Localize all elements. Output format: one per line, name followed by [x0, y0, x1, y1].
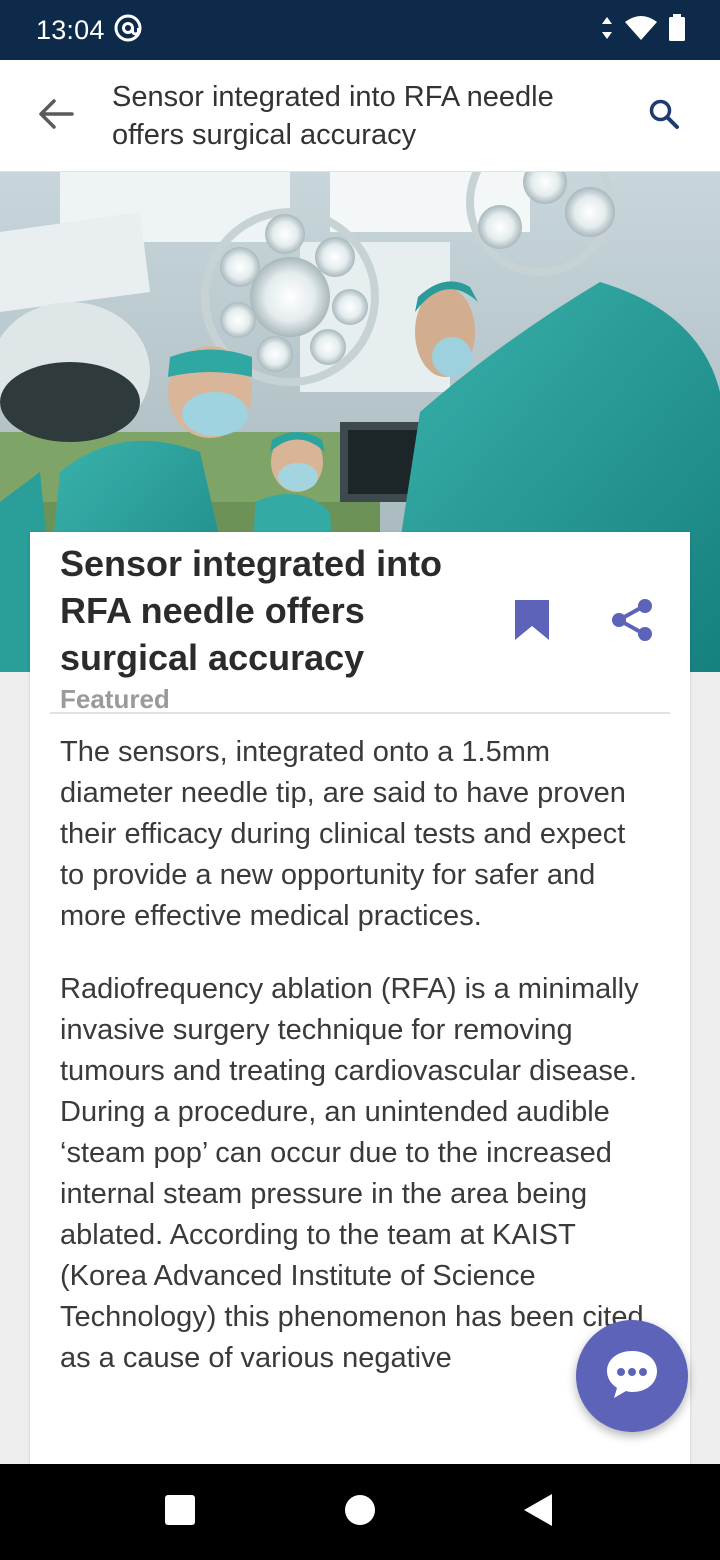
bookmark-button[interactable]	[508, 596, 556, 648]
home-button[interactable]	[330, 1482, 390, 1542]
square-recents-icon	[164, 1494, 196, 1531]
article-paragraph: The sensors, integrated onto a 1.5mm dia…	[60, 736, 626, 932]
chat-button[interactable]	[576, 1320, 688, 1432]
status-bar: 13:04	[0, 0, 720, 60]
search-button[interactable]	[638, 90, 690, 142]
chat-bubble-icon	[604, 1348, 660, 1405]
circle-home-icon	[344, 1494, 376, 1531]
wifi-icon	[624, 15, 658, 46]
article-tag: Featured	[60, 684, 170, 714]
system-nav-bar	[0, 1464, 720, 1560]
status-left: 13:04	[36, 13, 143, 48]
share-button[interactable]	[608, 598, 656, 646]
app-bar: Sensor integrated into RFA needle offers…	[0, 60, 720, 172]
status-right	[600, 13, 686, 47]
battery-icon	[668, 13, 686, 47]
data-arrows-icon	[600, 16, 614, 45]
recents-button[interactable]	[150, 1482, 210, 1542]
search-icon	[648, 98, 680, 135]
article-paragraph: Radiofrequency ablation (RFA) is a minim…	[60, 973, 644, 1374]
back-button[interactable]	[30, 90, 82, 142]
triangle-back-icon	[522, 1493, 554, 1532]
arrow-left-icon	[38, 98, 74, 135]
back-nav-button[interactable]	[508, 1482, 568, 1542]
at-sign-icon	[113, 13, 143, 48]
article-title: Sensor integrated into RFA needle offers…	[60, 543, 443, 678]
bookmark-icon	[513, 598, 551, 647]
app-bar-title: Sensor integrated into RFA needle offers…	[112, 81, 554, 151]
article-card: Sensor integrated into RFA needle offers…	[30, 532, 690, 1472]
share-icon	[610, 598, 654, 647]
article-body: The sensors, integrated onto a 1.5mm dia…	[60, 732, 650, 1411]
header-divider	[50, 712, 670, 714]
article-header: Sensor integrated into RFA needle offers…	[30, 532, 690, 714]
status-time: 13:04	[36, 14, 105, 45]
